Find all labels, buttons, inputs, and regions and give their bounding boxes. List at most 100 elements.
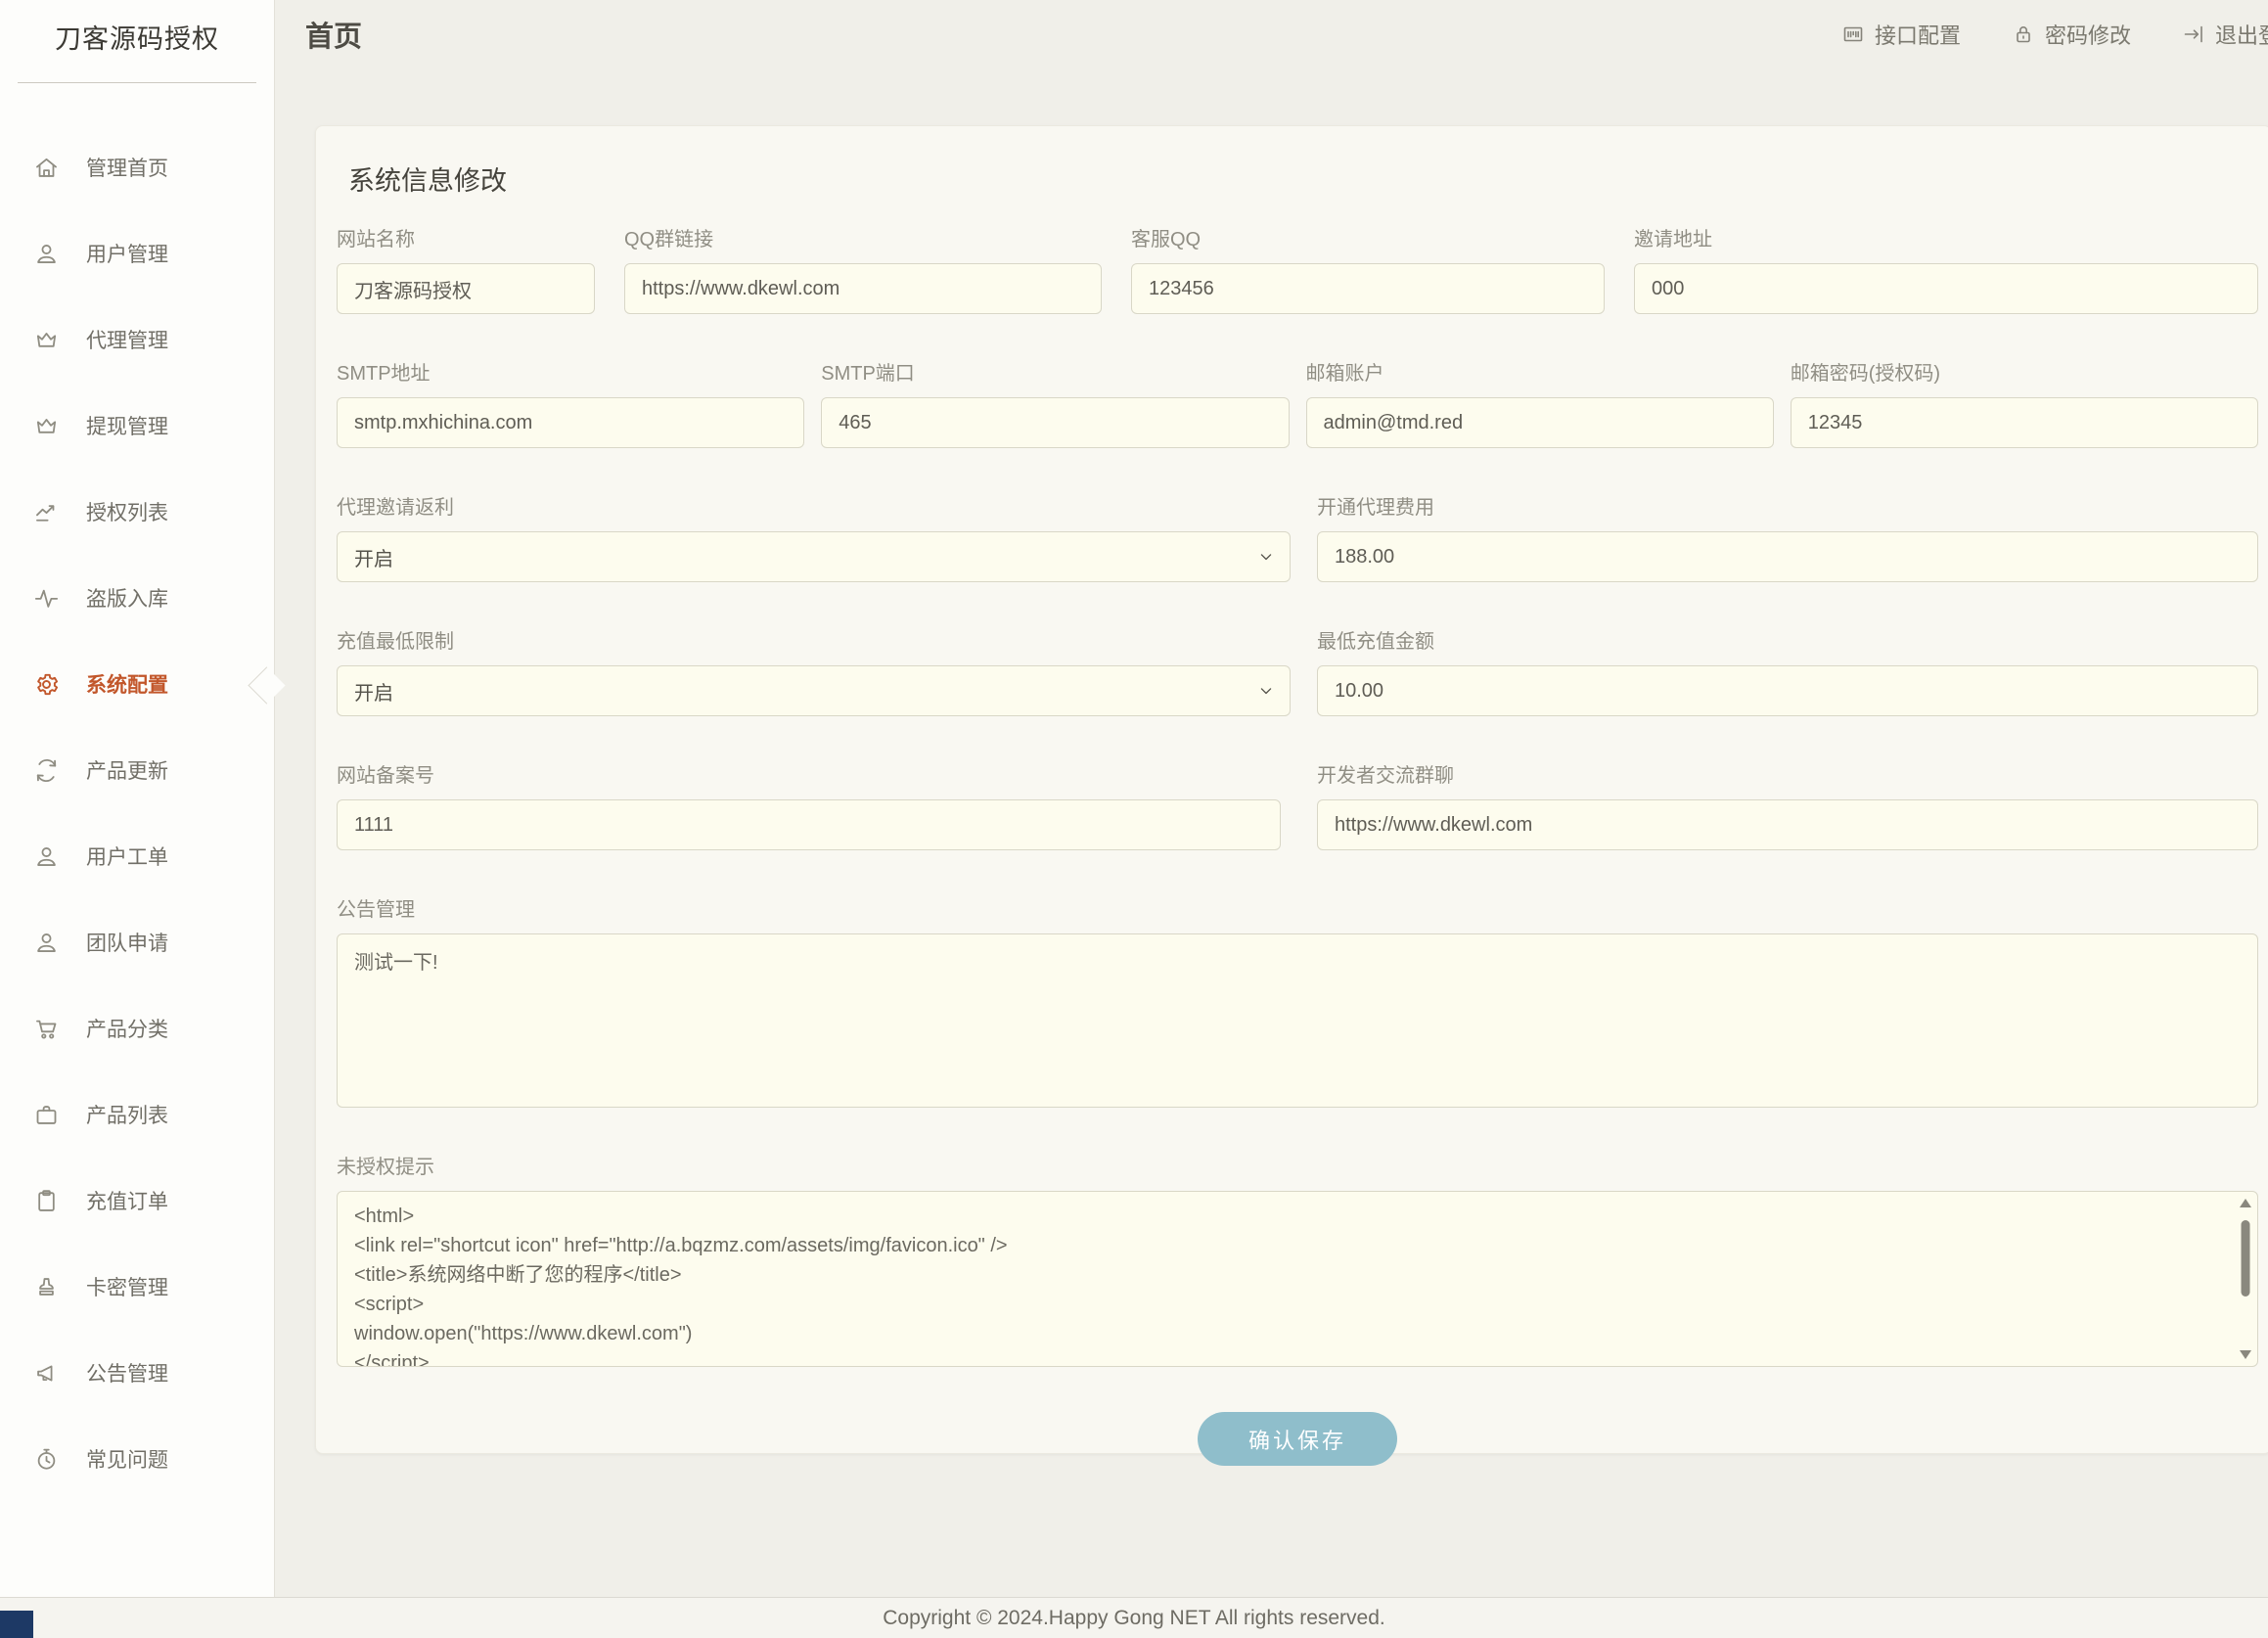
sidebar-item-label: 系统配置 [86,669,168,699]
crown-icon [33,327,60,353]
smtp-host-input[interactable] [337,397,804,448]
sidebar-item-pirate-records[interactable]: 盗版入库 [0,555,274,641]
sidebar-item-label: 管理首页 [86,153,168,182]
sidebar: 刀客源码授权 管理首页 用户管理 代理管理 提现管理 授权列表 盗版入库 系统配… [0,0,275,1597]
select-value: 开启 [354,677,393,705]
sidebar-item-user-management[interactable]: 用户管理 [0,210,274,296]
field-label: 网站备案号 [337,759,1281,788]
user-icon [33,843,60,870]
stamp-icon [33,1274,60,1300]
sidebar-item-label: 代理管理 [86,325,168,354]
user-icon [33,930,60,956]
form-row: 充值最低限制 开启 最低充值金额 [337,625,2258,716]
sidebar-item-faq[interactable]: 常见问题 [0,1416,274,1502]
password-change-button[interactable]: 密码修改 [2012,19,2131,50]
icp-number-input[interactable] [337,799,1281,850]
form-row: 未授权提示 [337,1151,2258,1367]
sidebar-item-system-config[interactable]: 系统配置 [0,641,274,727]
sidebar-item-team-application[interactable]: 团队申请 [0,899,274,985]
service-qq-input[interactable] [1131,263,1605,314]
form-row: 网站备案号 开发者交流群聊 [337,759,2258,850]
form-title: 系统信息修改 [348,159,2258,198]
save-button[interactable]: 确认保存 [1198,1412,1397,1466]
copyright-text: Copyright © 2024.Happy Gong NET All righ… [883,1607,1385,1630]
sidebar-item-agent-management[interactable]: 代理管理 [0,296,274,383]
textarea-scrollbar[interactable] [2237,1195,2254,1363]
api-config-button[interactable]: 接口配置 [1841,19,1961,50]
sidebar-item-license-list[interactable]: 授权列表 [0,469,274,555]
invite-address-input[interactable] [1634,263,2258,314]
form-row: 网站名称 QQ群链接 客服QQ 邀请地址 [337,223,2258,314]
recharge-limit-select[interactable]: 开启 [337,665,1291,716]
sidebar-item-label: 团队申请 [86,928,168,957]
sidebar-item-label: 产品分类 [86,1014,168,1043]
header-action-label: 接口配置 [1875,19,1961,50]
clipboard-icon [33,1188,60,1214]
page-title: 首页 [305,14,362,55]
unauthorized-notice-textarea[interactable] [338,1192,2232,1366]
logout-button[interactable]: 退出登录 [2182,19,2268,50]
scroll-up-arrow-icon[interactable] [2240,1199,2251,1207]
sidebar-item-announcement-management[interactable]: 公告管理 [0,1330,274,1416]
sidebar-item-label: 用户管理 [86,239,168,268]
home-icon [33,155,60,181]
trending-up-icon [33,499,60,525]
field-label: 邀请地址 [1634,223,2258,251]
scrollbar-thumb[interactable] [2242,1220,2250,1297]
field-label: 代理邀请返利 [337,491,1291,520]
form-row: 公告管理 [337,893,2258,1108]
mail-account-input[interactable] [1306,397,1774,448]
sidebar-item-withdraw-management[interactable]: 提现管理 [0,383,274,469]
sidebar-divider [18,82,256,83]
sidebar-item-admin-home[interactable]: 管理首页 [0,124,274,210]
field-label: 充值最低限制 [337,625,1291,654]
site-name-input[interactable] [337,263,595,314]
field-label: QQ群链接 [624,223,1102,251]
field-label: 最低充值金额 [1317,625,2258,654]
sidebar-item-recharge-orders[interactable]: 充值订单 [0,1158,274,1244]
stopwatch-icon [33,1446,60,1473]
top-header: 首页 接口配置 密码修改 退出登录 [276,0,2268,68]
field-label: 开通代理费用 [1317,491,2258,520]
field-label: 公告管理 [337,893,2258,922]
field-label: 网站名称 [337,223,595,251]
scroll-down-arrow-icon[interactable] [2240,1350,2251,1359]
sidebar-item-label: 盗版入库 [86,583,168,613]
smtp-port-input[interactable] [821,397,1289,448]
sidebar-item-label: 常见问题 [86,1444,168,1474]
cart-icon [33,1016,60,1042]
gear-icon [33,671,60,698]
crown-icon [33,413,60,439]
activity-icon [33,585,60,612]
sidebar-item-user-tickets[interactable]: 用户工单 [0,813,274,899]
sidebar-item-label: 授权列表 [86,497,168,526]
sidebar-item-label: 用户工单 [86,842,168,871]
announcement-textarea[interactable] [337,933,2258,1108]
mail-password-input[interactable] [1791,397,2258,448]
field-label: SMTP地址 [337,357,804,386]
agent-fee-input[interactable] [1317,531,2258,582]
app-logo: 刀客源码授权 [0,0,274,63]
recharge-min-input[interactable] [1317,665,2258,716]
refresh-icon [33,757,60,784]
sidebar-item-card-key-management[interactable]: 卡密管理 [0,1244,274,1330]
qq-group-link-input[interactable] [624,263,1102,314]
sidebar-item-label: 产品更新 [86,755,168,785]
lock-icon [2012,23,2035,46]
field-label: 开发者交流群聊 [1317,759,2258,788]
field-label: 邮箱账户 [1306,357,1774,386]
developer-group-input[interactable] [1317,799,2258,850]
chevron-down-icon [1256,547,1276,567]
agent-rebate-select[interactable]: 开启 [337,531,1291,582]
sidebar-item-label: 提现管理 [86,411,168,440]
api-config-icon [1841,23,1865,46]
sidebar-item-product-category[interactable]: 产品分类 [0,985,274,1071]
sidebar-item-product-list[interactable]: 产品列表 [0,1071,274,1158]
megaphone-icon [33,1360,60,1387]
sidebar-item-product-update[interactable]: 产品更新 [0,727,274,813]
sidebar-item-label: 卡密管理 [86,1272,168,1301]
form-row: 代理邀请返利 开启 开通代理费用 [337,491,2258,582]
select-value: 开启 [354,543,393,571]
sidebar-menu: 管理首页 用户管理 代理管理 提现管理 授权列表 盗版入库 系统配置 产品更新 … [0,124,274,1502]
chevron-down-icon [1256,681,1276,701]
